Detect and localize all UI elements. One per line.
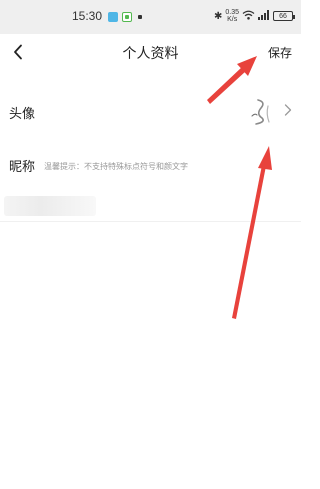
avatar-image xyxy=(244,94,280,130)
status-indicators: ✱ 0.35 K/s 66 xyxy=(213,7,295,25)
avatar-row[interactable]: 头像 xyxy=(0,88,301,134)
bluetooth-icon: ✱ xyxy=(213,10,223,22)
chevron-right-icon xyxy=(284,104,292,116)
nav-bar: 个人资料 保存 xyxy=(0,34,301,70)
nickname-label: 昵称 xyxy=(9,160,36,175)
annotation-arrows xyxy=(207,56,272,319)
save-button[interactable]: 保存 xyxy=(268,44,292,61)
nickname-row: 昵称 xyxy=(0,150,301,186)
network-speed: 0.35 K/s xyxy=(225,9,239,23)
avatar[interactable] xyxy=(244,94,280,130)
notification-dot-icon xyxy=(138,15,142,19)
divider xyxy=(0,221,301,222)
app-icon xyxy=(108,12,118,22)
status-time: 15:30 xyxy=(72,9,103,23)
signal-icon xyxy=(258,7,270,25)
app-icon xyxy=(122,12,132,22)
status-bar: 15:30 ✱ 0.35 K/s 66 xyxy=(0,0,301,34)
wifi-icon xyxy=(242,7,255,25)
avatar-label: 头像 xyxy=(9,107,36,122)
battery-icon: 66 xyxy=(273,11,295,21)
network-speed-value: 0.35 xyxy=(225,9,239,16)
page-title: 个人资料 xyxy=(122,46,179,62)
nickname-input[interactable] xyxy=(44,158,284,174)
network-speed-unit: K/s xyxy=(227,16,238,23)
redacted-area xyxy=(4,196,96,216)
battery-level: 66 xyxy=(279,12,287,20)
